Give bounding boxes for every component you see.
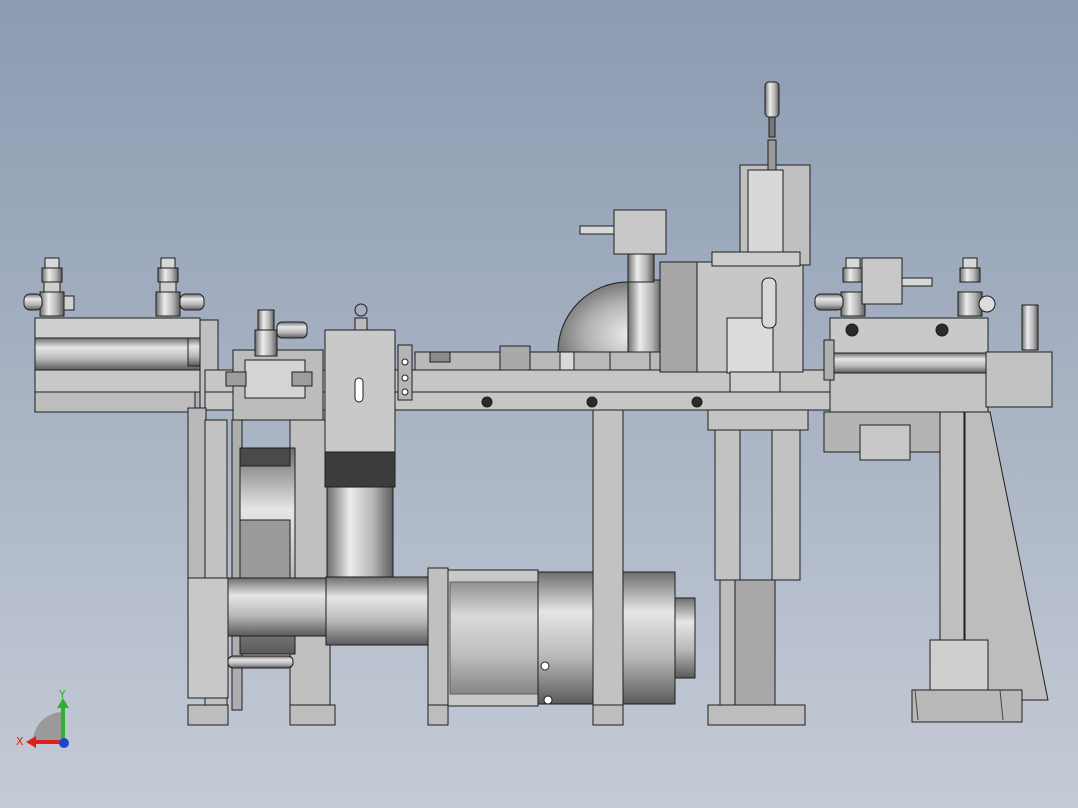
- motor-coupling-shaft: [325, 576, 429, 646]
- servo-motor: [427, 567, 696, 726]
- center-mount-block: [659, 261, 804, 393]
- z-axis-dot-icon: [59, 738, 69, 748]
- assembly-drawing: Y X: [0, 0, 1078, 808]
- left-pneumatic-cylinder: [34, 317, 219, 413]
- y-axis-label: Y: [58, 688, 66, 701]
- cad-viewport[interactable]: Y X: [0, 0, 1078, 808]
- x-axis-label: X: [16, 735, 24, 748]
